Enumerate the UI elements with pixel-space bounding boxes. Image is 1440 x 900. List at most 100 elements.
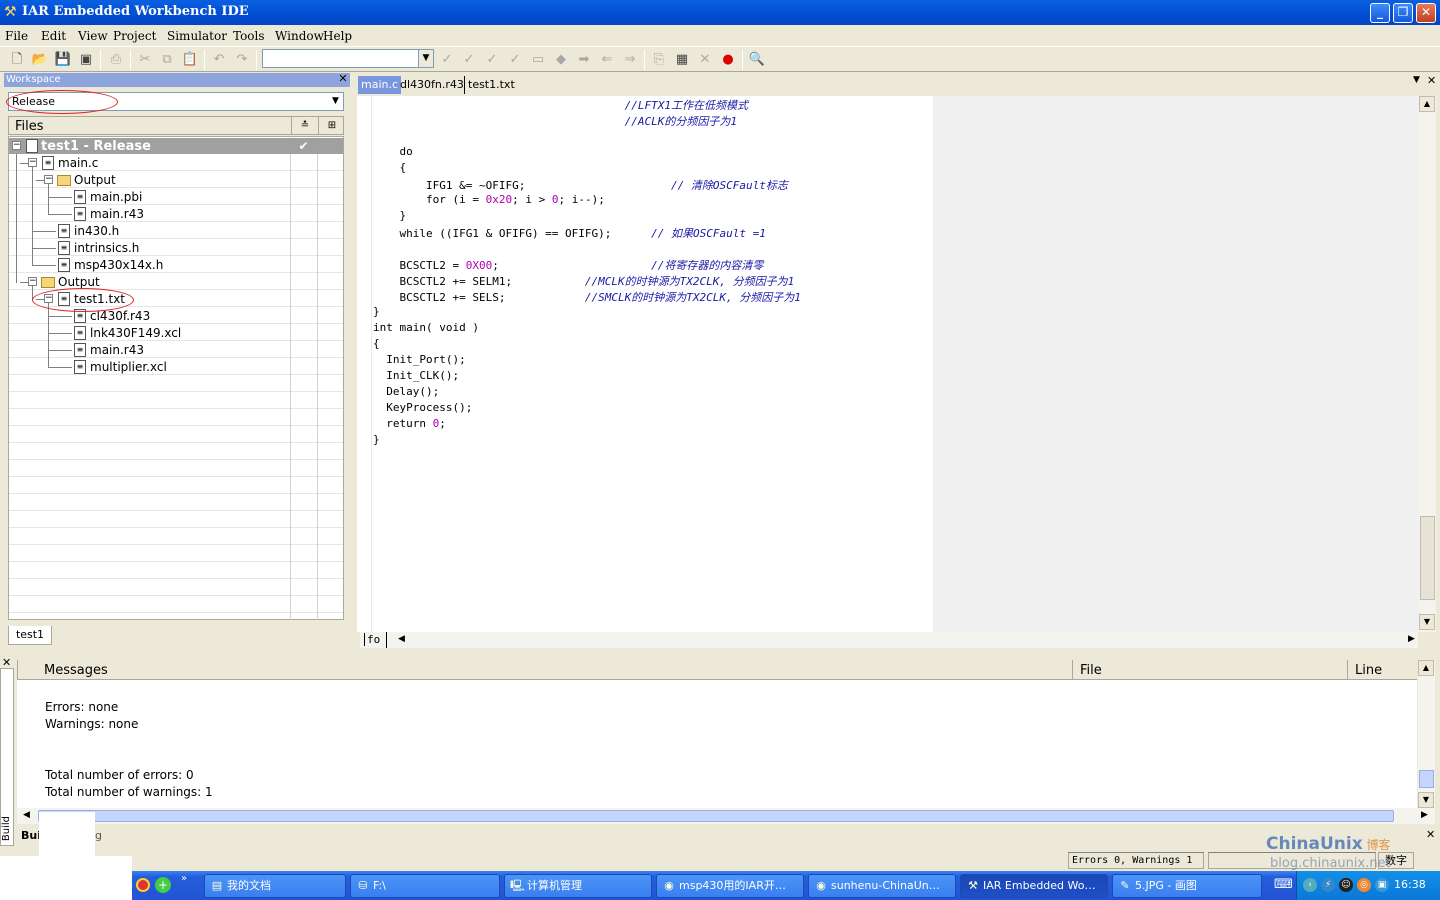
tree-item-main-r43[interactable]: ≡ main.r43 <box>12 206 290 223</box>
code-line[interactable]: do <box>373 145 412 158</box>
taskbar-item-my-documents[interactable]: ▤ 我的文档 <box>204 874 346 898</box>
message-line[interactable]: Warnings: none <box>45 717 138 731</box>
message-line[interactable]: Total number of warnings: 1 <box>45 785 213 799</box>
tree-item-cl430f-r43[interactable]: ≡ cl430f.r43 <box>12 308 290 325</box>
messages-column-header[interactable]: Messages <box>44 663 108 678</box>
code-line[interactable]: int main( void ) <box>373 321 479 334</box>
code-line[interactable]: return 0; <box>373 417 446 430</box>
taskbar-item-browser-1[interactable]: ◉ msp430用的IAR开… <box>656 874 804 898</box>
function-selector[interactable]: fo <box>364 633 380 646</box>
taskbar-item-computer-management[interactable]: 🖳 计算机管理 <box>504 874 652 898</box>
tree-item-in430-h[interactable]: ≡ in430.h <box>12 223 290 240</box>
open-icon[interactable]: 📂 <box>31 51 49 69</box>
display-icon[interactable]: ▣ <box>1375 878 1389 892</box>
scroll-right-icon[interactable]: ▶ <box>1408 634 1415 644</box>
code-line[interactable]: { <box>373 161 406 174</box>
menu-edit[interactable]: Edit <box>41 29 66 43</box>
back-icon[interactable]: ⇐ <box>598 51 616 69</box>
tree-item-main-r43[interactable]: ≡ main.r43 <box>12 342 290 359</box>
print-icon[interactable]: ⎙ <box>107 51 125 69</box>
split-handle[interactable] <box>1419 100 1435 116</box>
editor-close-icon[interactable]: ✕ <box>1427 74 1436 87</box>
workspace-tab-test1[interactable]: test1 <box>8 626 52 645</box>
menu-view[interactable]: View <box>78 29 108 43</box>
tree-item-main-c[interactable]: − ≡ main.c <box>12 155 290 172</box>
save-all-icon[interactable]: ▣ <box>77 51 95 69</box>
tree-item-msp430x14x-h[interactable]: ≡ msp430x14x.h <box>12 257 290 274</box>
forward-icon[interactable]: ⇒ <box>621 51 639 69</box>
toggle-breakpoint-icon[interactable]: ● <box>719 51 737 69</box>
messages-close-icon[interactable]: ✕ <box>1426 828 1435 841</box>
next-bookmark-icon[interactable]: ➡ <box>575 51 593 69</box>
tab-dl430fn-r43[interactable]: dl430fn.r43 <box>397 76 467 94</box>
code-line[interactable]: IFG1 &= ~OFIFG; // 清除OSCFault标志 <box>373 177 788 193</box>
title-bar[interactable]: ⚒ IAR Embedded Workbench IDE _ ❐ ✕ <box>0 0 1440 25</box>
scroll-thumb[interactable] <box>38 810 1394 822</box>
tab-main-c[interactable]: main.c <box>358 76 402 94</box>
scroll-left-icon[interactable]: ◀ <box>398 634 405 644</box>
menu-help[interactable]: Help <box>323 29 352 43</box>
paste-icon[interactable]: 📋 <box>181 51 199 69</box>
taskbar-item-drive-f[interactable]: ⛁ F:\ <box>350 874 500 898</box>
menu-tools[interactable]: Tools <box>233 29 265 43</box>
find-combo[interactable]: ▼ <box>262 49 434 68</box>
scroll-thumb[interactable] <box>1420 516 1435 600</box>
redo-icon[interactable]: ↷ <box>233 51 251 69</box>
restore-button[interactable]: ❐ <box>1393 3 1413 23</box>
make-icon[interactable]: ▦ <box>673 51 691 69</box>
find-icon[interactable]: ✓ <box>438 51 456 69</box>
code-line[interactable]: for (i = 0x20; i > 0; i--); <box>373 193 605 206</box>
scroll-down-icon[interactable]: ▼ <box>1419 614 1435 630</box>
scroll-up-icon[interactable]: ▲ <box>1418 660 1434 676</box>
replace-icon[interactable]: ✓ <box>483 51 501 69</box>
tab-test1-txt[interactable]: test1.txt <box>464 76 518 94</box>
find-next-icon[interactable]: ✓ <box>460 51 478 69</box>
code-line[interactable]: KeyProcess(); <box>373 401 472 414</box>
code-line[interactable]: } <box>373 433 380 446</box>
copy-icon[interactable]: ⧉ <box>158 51 176 69</box>
code-line[interactable]: Delay(); <box>373 385 439 398</box>
collapse-icon[interactable]: − <box>12 141 21 150</box>
tree-item-multiplier-xcl[interactable]: ≡ multiplier.xcl <box>12 359 290 376</box>
chevron-down-icon[interactable]: ▼ <box>418 50 433 67</box>
code-line[interactable]: BCSCTL2 += SELM1; //MCLK的时钟源为TX2CLK, 分频因… <box>373 273 794 289</box>
network-icon[interactable]: ⚡ <box>1321 878 1335 892</box>
workspace-close-icon[interactable]: ✕ <box>337 72 349 86</box>
undo-icon[interactable]: ↶ <box>210 51 228 69</box>
line-column-header[interactable]: Line <box>1355 663 1382 678</box>
code-line[interactable]: Init_Port(); <box>373 353 465 366</box>
menu-project[interactable]: Project <box>113 29 156 43</box>
message-line[interactable]: Errors: none <box>45 700 118 714</box>
keyboard-icon[interactable]: ⌨ <box>1274 877 1293 892</box>
bookmark-icon[interactable]: ▭ <box>529 51 547 69</box>
code-line[interactable]: } <box>373 305 380 318</box>
qq-icon[interactable]: ☺ <box>1339 878 1353 892</box>
tray-arrow-icon[interactable]: ‹ <box>1303 878 1317 892</box>
taskbar-item-paint[interactable]: ✎ 5.JPG - 画图 <box>1112 874 1262 898</box>
new-file-icon[interactable]: 🗋 <box>8 51 26 69</box>
goto-icon[interactable]: ✓ <box>506 51 524 69</box>
message-line[interactable]: Total number of errors: 0 <box>45 768 194 782</box>
compile-icon[interactable]: ⎘ <box>650 51 668 69</box>
editor-vertical-scrollbar[interactable]: ▲ ▼ <box>1419 96 1436 632</box>
chrome-icon[interactable] <box>136 878 150 892</box>
scroll-down-icon[interactable]: ▼ <box>1418 792 1434 808</box>
options-icon[interactable]: ⊞ <box>318 117 345 134</box>
security-icon[interactable]: ◎ <box>1357 878 1371 892</box>
menu-simulator[interactable]: Simulator <box>167 29 227 43</box>
debug-icon[interactable]: 🔍 <box>748 51 766 69</box>
scroll-left-icon[interactable]: ◀ <box>23 810 30 820</box>
more-icon[interactable]: » <box>181 873 187 884</box>
code-line[interactable]: while ((IFG1 & OFIFG) == OFIFG); // 如果OS… <box>373 225 765 241</box>
build-side-tab[interactable]: Build <box>0 668 14 846</box>
tree-item-main-pbi[interactable]: ≡ main.pbi <box>12 189 290 206</box>
scroll-thumb[interactable] <box>1419 770 1434 788</box>
messages-vertical-scrollbar[interactable]: ▲ ▼ <box>1418 660 1435 808</box>
messages-list[interactable]: Errors: none Warnings: none Total number… <box>17 680 1417 808</box>
code-line[interactable]: Init_CLK(); <box>373 369 459 382</box>
minimize-button[interactable]: _ <box>1370 3 1390 23</box>
cut-icon[interactable]: ✂ <box>136 51 154 69</box>
save-icon[interactable]: 💾 <box>54 51 72 69</box>
tree-item-output-folder[interactable]: − Output <box>12 172 290 189</box>
tree-item-intrinsics-h[interactable]: ≡ intrinsics.h <box>12 240 290 257</box>
